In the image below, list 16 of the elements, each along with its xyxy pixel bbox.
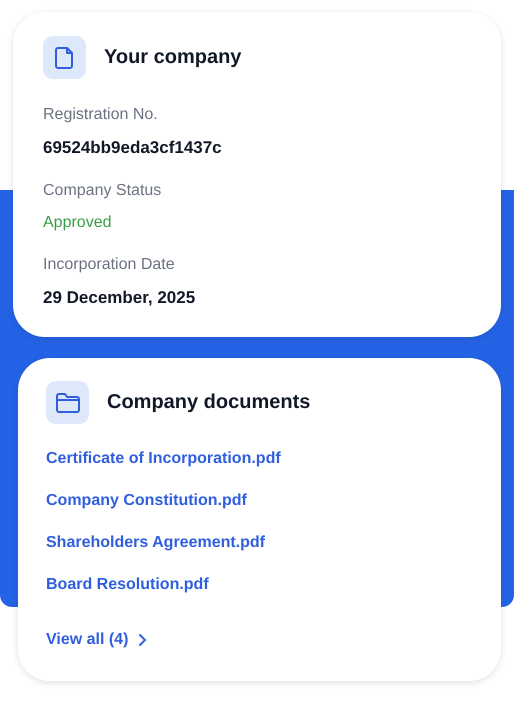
document-link[interactable]: Board Resolution.pdf (46, 574, 209, 596)
card-title: Your company (104, 46, 242, 69)
view-all-link[interactable]: View all (4) (46, 629, 128, 651)
field-label: Company Status (43, 181, 162, 201)
document-link[interactable]: Certificate of Incorporation.pdf (46, 448, 281, 470)
folder-icon (46, 381, 89, 424)
document-icon (43, 36, 86, 79)
document-link[interactable]: Company Constitution.pdf (46, 490, 247, 512)
chevron-icon (138, 633, 148, 647)
status-value: Approved (43, 213, 112, 233)
field-value: 69524bb9eda3cf1437c (43, 137, 223, 159)
field-value: 29 December, 2025 (43, 287, 196, 309)
field-label: Incorporation Date (43, 255, 176, 275)
field-label: Registration No. (43, 105, 159, 125)
document-link[interactable]: Shareholders Agreement.pdf (46, 532, 266, 554)
card-title: Company documents (107, 391, 310, 414)
